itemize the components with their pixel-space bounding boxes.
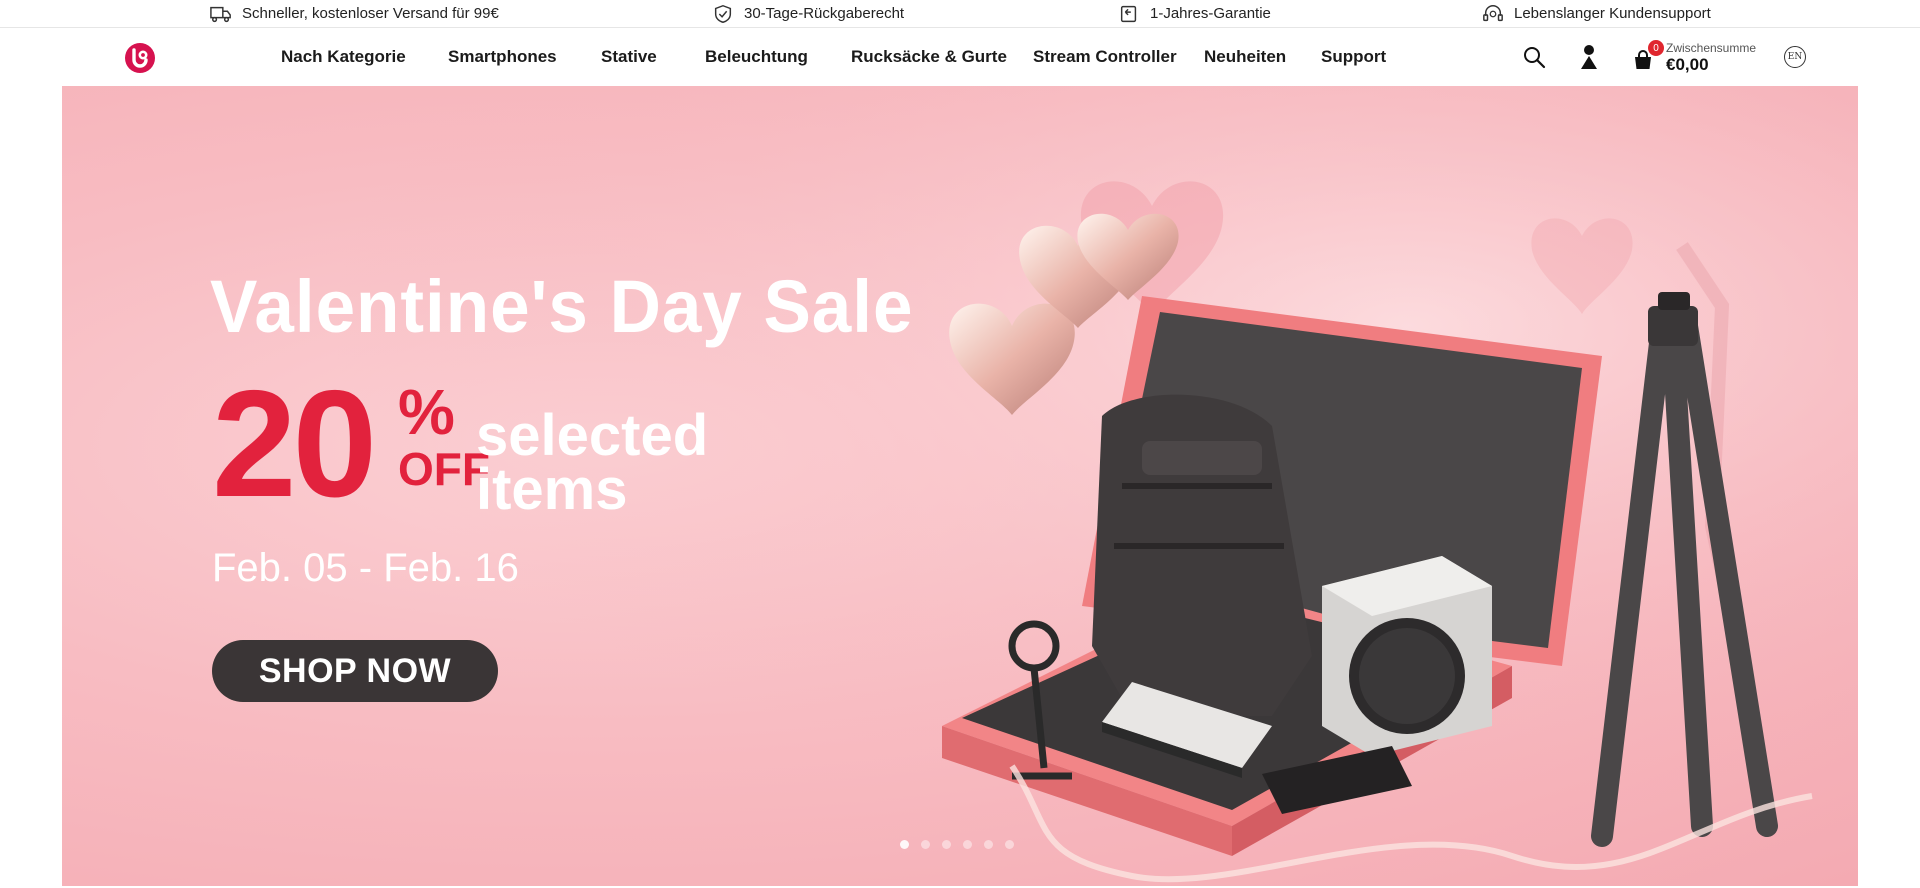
nav-lighting[interactable]: Beleuchtung [705, 28, 808, 86]
carousel-dots [900, 840, 1014, 849]
carousel-dot[interactable] [963, 840, 972, 849]
carousel-dot[interactable] [900, 840, 909, 849]
nav-tripods[interactable]: Stative [601, 28, 657, 86]
nav-smartphones[interactable]: Smartphones [448, 28, 557, 86]
promo-support-text: Lebenslanger Kundensupport [1514, 5, 1711, 22]
carousel-dot[interactable] [1005, 840, 1014, 849]
language-selector[interactable]: EN [1784, 46, 1806, 68]
truck-icon [210, 6, 231, 22]
cart-count-badge: 0 [1648, 40, 1664, 56]
brand-logo[interactable] [124, 42, 156, 74]
carousel-dot[interactable] [921, 840, 930, 849]
hero-discount-percent: % [398, 376, 455, 448]
promo-shipping: Schneller, kostenloser Versand für 99€ [210, 0, 499, 27]
promo-returns-text: 30-Tage-Rückgaberecht [744, 5, 905, 22]
promo-shipping-text: Schneller, kostenloser Versand für 99€ [242, 5, 499, 22]
carousel-dot[interactable] [984, 840, 993, 849]
hero-date-range: Feb. 05 - Feb. 16 [212, 546, 519, 590]
promo-bar: Schneller, kostenloser Versand für 99€ 3… [0, 0, 1920, 28]
nav-backpacks-straps[interactable]: Rucksäcke & Gurte [851, 28, 1007, 86]
hero-selected-text: selected [476, 403, 709, 468]
nav-stream-controller[interactable]: Stream Controller [1033, 28, 1177, 86]
shop-now-button[interactable]: SHOP NOW [212, 640, 498, 702]
site-header: Nach Kategorie Smartphones Stative Beleu… [0, 28, 1920, 86]
cart-subtotal-value: €0,00 [1666, 55, 1709, 74]
return-box-icon [1120, 5, 1137, 22]
hero-banner[interactable]: Valentine's Day Sale 20 % OFF selected i… [62, 86, 1858, 886]
cart-button[interactable]: 0 Zwischensumme €0,00 [1632, 40, 1756, 76]
carousel-dot[interactable] [942, 840, 951, 849]
hero-title: Valentine's Day Sale [210, 265, 914, 348]
nav-support[interactable]: Support [1321, 28, 1386, 86]
shield-check-icon [714, 4, 732, 23]
nav-by-category[interactable]: Nach Kategorie [281, 28, 406, 86]
promo-support: Lebenslanger Kundensupport [1482, 0, 1711, 27]
promo-warranty: 1-Jahres-Garantie [1118, 0, 1271, 27]
search-icon[interactable] [1522, 45, 1546, 69]
promo-returns: 30-Tage-Rückgaberecht [712, 0, 904, 27]
cart-subtotal-label: Zwischensumme [1666, 41, 1757, 55]
hero-items-text: items [476, 457, 628, 522]
account-icon[interactable] [1578, 44, 1600, 70]
hero-discount-number: 20 [212, 359, 377, 529]
headset-icon [1483, 4, 1503, 21]
nav-new-arrivals[interactable]: Neuheiten [1204, 28, 1286, 86]
promo-warranty-text: 1-Jahres-Garantie [1150, 5, 1271, 22]
